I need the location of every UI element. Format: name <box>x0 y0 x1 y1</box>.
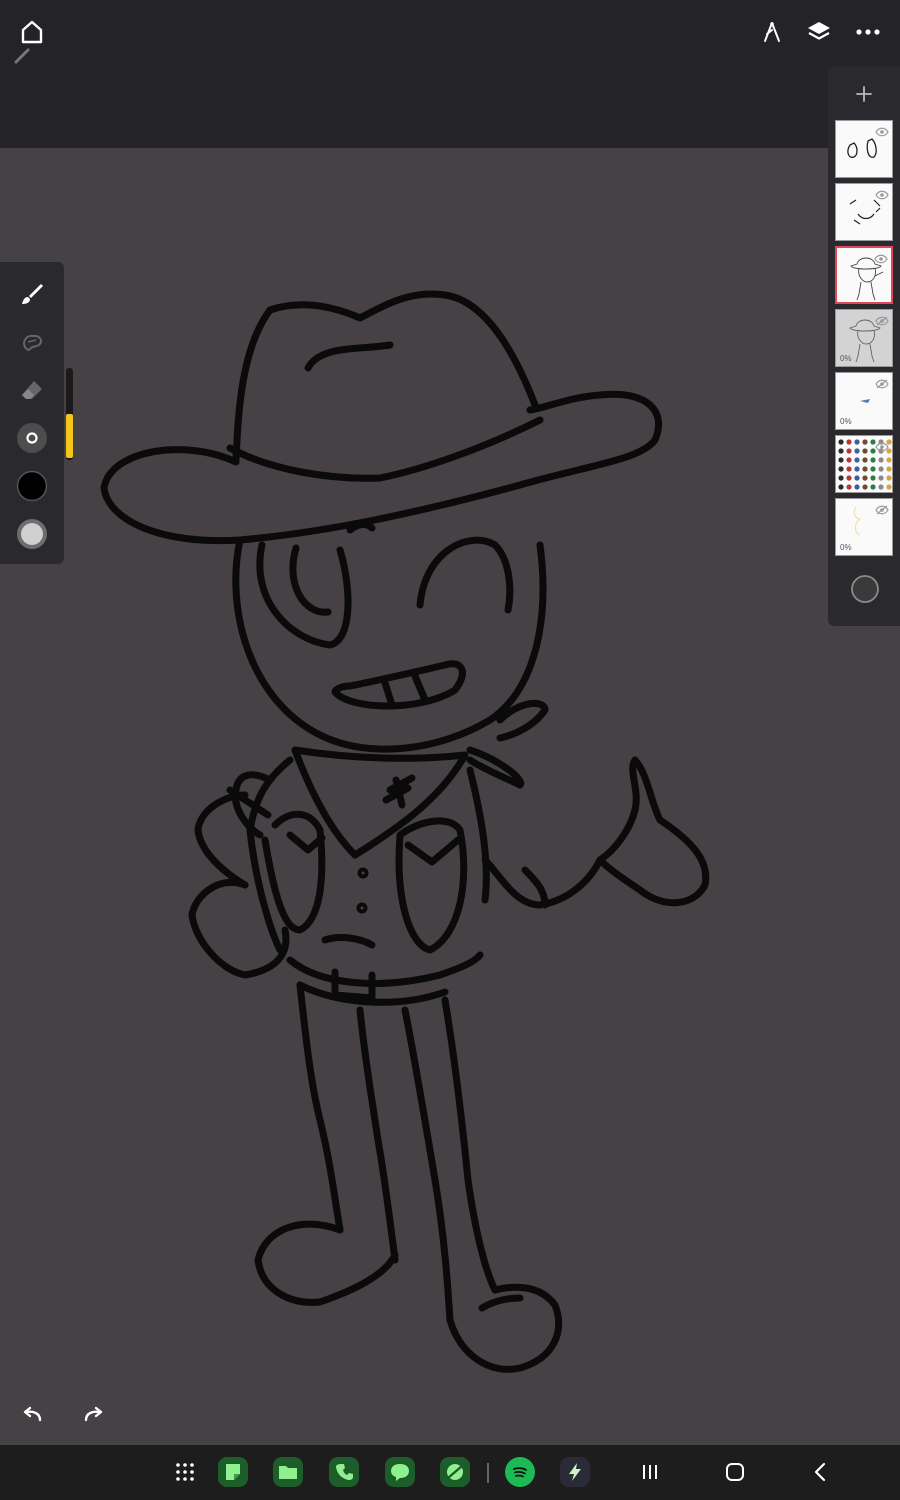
primary-color-swatch <box>16 470 48 502</box>
layer-opacity-label: 0% <box>840 354 852 363</box>
messages-app-icon <box>391 1464 409 1481</box>
system-navigation-bar <box>0 1445 900 1500</box>
ruler-button[interactable] <box>756 16 788 48</box>
layer-thumbnail-3[interactable] <box>835 246 893 304</box>
layer-thumbnail-7[interactable]: 0% <box>835 498 893 556</box>
drawing-canvas[interactable] <box>0 148 900 1445</box>
layer-color-button[interactable] <box>848 572 882 606</box>
circle-icon <box>851 575 879 603</box>
brush-icon <box>22 284 43 304</box>
add-layer-button[interactable] <box>848 80 880 108</box>
back-button[interactable] <box>805 1457 835 1487</box>
layer-thumbnail-4[interactable]: 0% <box>835 309 893 367</box>
home-icon <box>14 20 43 64</box>
secondary-color-button[interactable] <box>0 510 64 558</box>
more-icon <box>856 29 880 35</box>
character-line-art <box>100 290 710 1373</box>
layer-thumbnail-1[interactable] <box>835 120 893 178</box>
phone-app-button[interactable] <box>329 1457 359 1487</box>
eye-icon[interactable] <box>875 187 889 205</box>
dock-divider <box>487 1463 489 1483</box>
secondary-color-swatch <box>17 519 47 549</box>
eye-icon[interactable] <box>874 251 888 269</box>
eraser-tool-button[interactable] <box>0 366 64 414</box>
recent-apps-icon <box>643 1465 657 1479</box>
layer-thumbnail-5[interactable]: 0% <box>835 372 893 430</box>
eye-icon[interactable] <box>875 124 889 142</box>
bolt-app-button[interactable] <box>560 1457 590 1487</box>
redo-button[interactable] <box>78 1400 110 1428</box>
recent-apps-button[interactable] <box>635 1457 665 1487</box>
layer-thumbnail-2[interactable] <box>835 183 893 241</box>
files-app-button[interactable] <box>273 1457 303 1487</box>
primary-color-button[interactable] <box>0 462 64 510</box>
redo-icon <box>84 1406 103 1422</box>
notes-app-icon <box>226 1464 240 1480</box>
eye-off-icon[interactable] <box>875 313 889 331</box>
smudge-icon <box>23 334 43 351</box>
layer-opacity-label: 0% <box>840 417 852 426</box>
layer-opacity-label: 0% <box>840 543 852 552</box>
layers-button[interactable] <box>803 16 835 48</box>
slider-fill <box>66 414 73 458</box>
plus-icon <box>856 86 872 102</box>
nav-home-button[interactable] <box>720 1457 750 1487</box>
eraser-icon <box>22 381 42 399</box>
undo-icon <box>23 1406 42 1422</box>
apps-grid-button[interactable] <box>170 1457 200 1487</box>
eye-off-icon[interactable] <box>875 502 889 520</box>
browser-app-button[interactable] <box>440 1457 470 1487</box>
notes-app-button[interactable] <box>218 1457 248 1487</box>
ruler-icon <box>764 22 780 42</box>
more-button[interactable] <box>852 16 884 48</box>
layers-panel: 0% 0% 0% <box>828 66 900 626</box>
brush-tool-button[interactable] <box>0 270 64 318</box>
messages-app-button[interactable] <box>385 1457 415 1487</box>
undo-button[interactable] <box>16 1400 48 1428</box>
files-app-icon <box>279 1466 297 1479</box>
eye-off-icon[interactable] <box>875 376 889 394</box>
apps-grid-icon <box>176 1463 194 1481</box>
bolt-app-icon <box>569 1463 581 1481</box>
brush-opacity-slider[interactable] <box>66 368 73 460</box>
spotify-app-icon <box>513 1467 527 1478</box>
spotify-app-button[interactable] <box>505 1457 535 1487</box>
tool-panel <box>0 262 64 564</box>
back-icon <box>814 1462 826 1482</box>
phone-app-icon <box>336 1464 353 1480</box>
brush-size-button[interactable] <box>0 414 64 462</box>
home-button[interactable] <box>14 16 50 64</box>
layer-thumbnail-6[interactable] <box>835 435 893 493</box>
eye-icon[interactable] <box>875 439 889 457</box>
browser-app-icon <box>447 1464 463 1480</box>
layers-icon <box>808 22 830 40</box>
brush-size-icon <box>17 423 47 453</box>
top-toolbar <box>0 0 900 148</box>
nav-home-icon <box>726 1463 744 1481</box>
smudge-tool-button[interactable] <box>0 318 64 366</box>
